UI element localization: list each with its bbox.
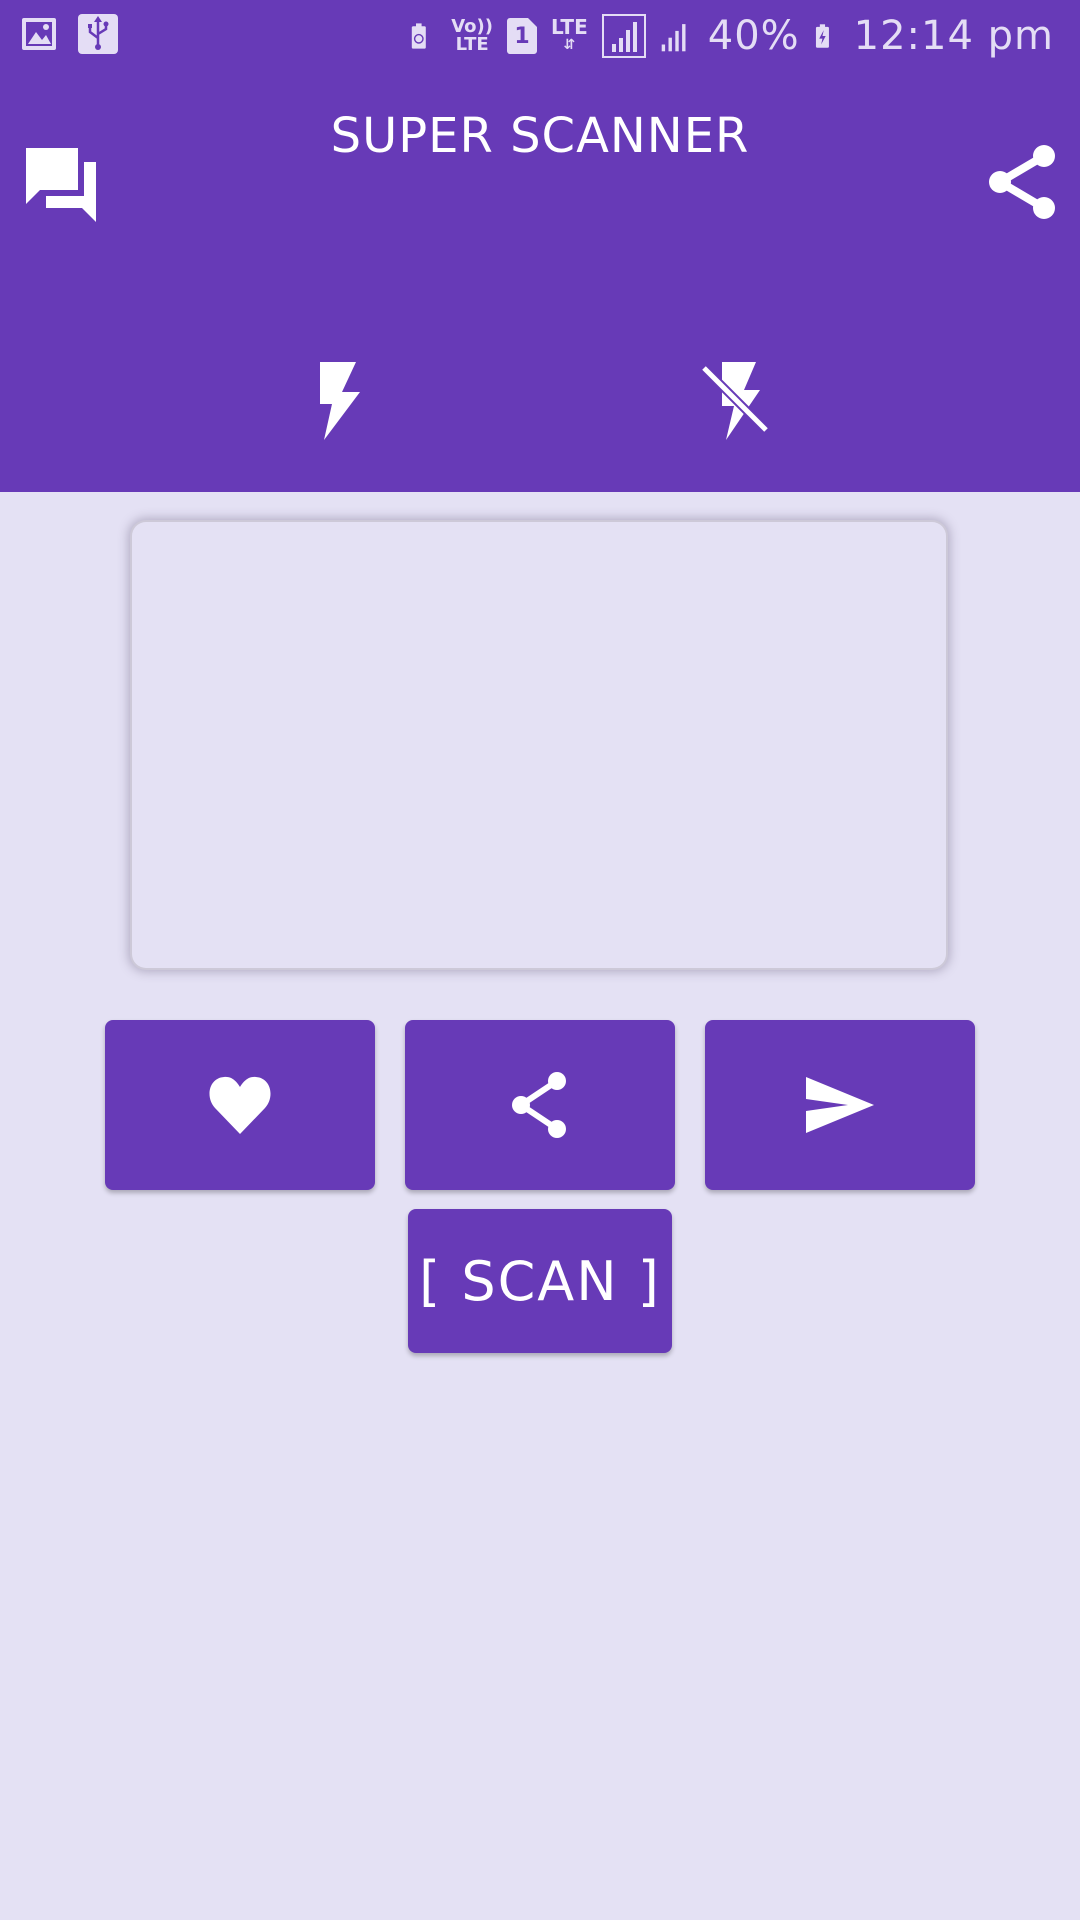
status-bar: Vo)) LTE 1 LTE ⇵ 40% 12:14 pm xyxy=(0,0,1080,72)
status-time: 12:14 pm xyxy=(853,13,1054,59)
volte-bottom-text: LTE xyxy=(455,34,489,55)
lte-text: LTE xyxy=(551,15,588,39)
volte-icon: Vo)) LTE xyxy=(451,18,493,54)
lte-arrows: ⇵ xyxy=(563,37,576,53)
battery-saver-icon xyxy=(412,23,427,49)
signal-icon xyxy=(601,14,646,58)
battery-percent: 40% xyxy=(707,13,800,59)
send-icon xyxy=(806,1077,874,1133)
flash-on-icon[interactable] xyxy=(310,360,370,442)
image-icon xyxy=(22,18,56,50)
flash-off-icon[interactable] xyxy=(700,360,772,442)
app-title: SUPER SCANNER xyxy=(330,108,750,164)
send-button[interactable] xyxy=(705,1020,975,1190)
signal-icon xyxy=(661,24,686,52)
share-button[interactable] xyxy=(405,1020,675,1190)
scan-preview xyxy=(132,522,946,968)
app-header: SUPER SCANNER xyxy=(0,72,1080,492)
charging-battery-icon xyxy=(815,24,829,48)
sim-number: 1 xyxy=(514,23,530,49)
chat-icon[interactable] xyxy=(22,144,100,224)
usb-icon xyxy=(78,14,118,54)
favorite-button[interactable] xyxy=(105,1020,375,1190)
lte-data-icon: LTE ⇵ xyxy=(551,15,588,54)
sim-icon: 1 xyxy=(507,18,537,54)
share-icon xyxy=(512,1072,566,1138)
share-icon[interactable] xyxy=(988,144,1058,220)
scan-button[interactable]: [ SCAN ] xyxy=(408,1209,672,1353)
heart-icon xyxy=(209,1076,271,1134)
